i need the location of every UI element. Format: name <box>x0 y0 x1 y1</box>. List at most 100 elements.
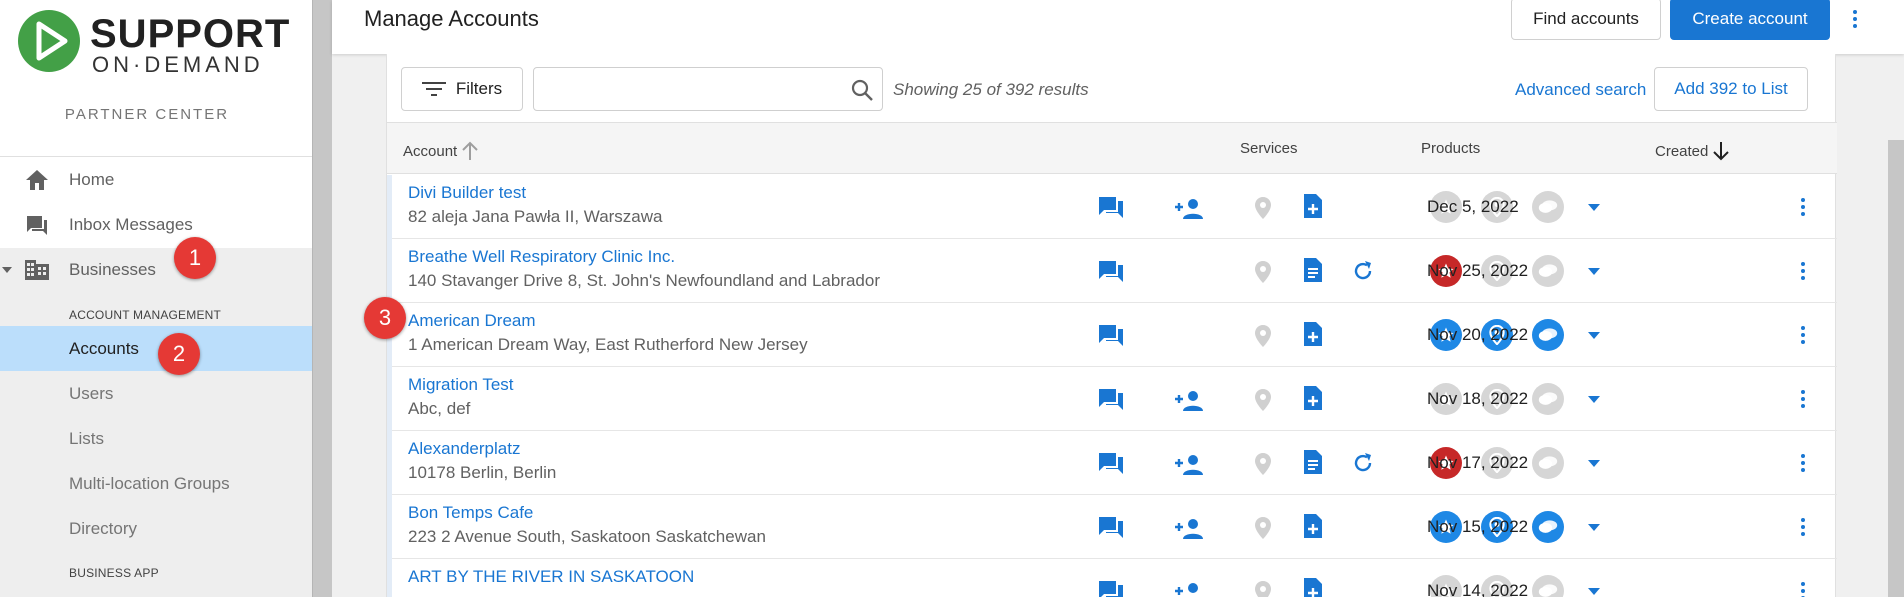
location-pin-icon[interactable] <box>1248 321 1278 351</box>
add-document-icon[interactable] <box>1298 383 1328 413</box>
add-to-list-button[interactable]: Add 392 to List <box>1654 67 1808 111</box>
expand-products-chevron-down-icon[interactable] <box>1588 460 1600 467</box>
account-name-link[interactable]: Breathe Well Respiratory Clinic Inc. <box>408 247 675 267</box>
expand-products-chevron-down-icon[interactable] <box>1588 396 1600 403</box>
row-more-options-icon[interactable] <box>1798 260 1808 282</box>
inbox-chat-icon[interactable] <box>1096 192 1126 222</box>
row-accent <box>387 431 392 495</box>
add-user-icon[interactable] <box>1174 578 1204 597</box>
row-more-options-icon[interactable] <box>1798 452 1808 474</box>
table-row[interactable]: Divi Builder test 82 aleja Jana Pawła II,… <box>387 175 1837 239</box>
row-accent <box>387 239 392 303</box>
add-document-icon[interactable] <box>1298 511 1328 541</box>
chat-product-icon[interactable] <box>1532 191 1564 223</box>
inbox-chat-icon[interactable] <box>1096 448 1126 478</box>
location-pin-icon[interactable] <box>1248 193 1278 223</box>
advanced-search-link[interactable]: Advanced search <box>1515 80 1646 100</box>
location-pin-icon[interactable] <box>1248 385 1278 415</box>
add-user-icon[interactable] <box>1174 194 1204 224</box>
expand-products-chevron-down-icon[interactable] <box>1588 332 1600 339</box>
chat-product-icon[interactable] <box>1532 447 1564 479</box>
row-more-options-icon[interactable] <box>1798 324 1808 346</box>
created-date: Nov 20, 2022 <box>1427 325 1529 344</box>
created-date: Nov 25, 2022 <box>1427 261 1529 280</box>
expand-products-chevron-down-icon[interactable] <box>1588 588 1600 595</box>
inbox-chat-icon[interactable] <box>1096 320 1126 350</box>
add-document-icon[interactable] <box>1298 191 1328 221</box>
sidebar-item-home[interactable]: Home <box>0 158 312 202</box>
search-icon[interactable] <box>850 78 874 102</box>
section-header-business-app: BUSINESS APP <box>69 566 159 580</box>
account-name-link[interactable]: Migration Test <box>408 375 514 395</box>
add-user-icon[interactable] <box>1174 386 1204 416</box>
table-row[interactable]: Alexanderplatz 10178 Berlin, Berlin Nov 17… <box>387 431 1837 495</box>
document-icon[interactable] <box>1298 447 1328 477</box>
home-icon <box>20 168 54 192</box>
inbox-chat-icon[interactable] <box>1096 512 1126 542</box>
table-row[interactable]: Bon Temps Cafe 223 2 Avenue South, Saskat… <box>387 495 1837 559</box>
add-document-icon[interactable] <box>1298 575 1328 597</box>
column-header-created[interactable]: Created <box>1655 140 1732 162</box>
search-input[interactable] <box>544 78 844 100</box>
account-name-link[interactable]: Alexanderplatz <box>408 439 520 459</box>
expand-products-chevron-down-icon[interactable] <box>1588 524 1600 531</box>
column-header-account[interactable]: Account <box>403 140 481 162</box>
search-field[interactable] <box>533 67 883 111</box>
expand-products-chevron-down-icon[interactable] <box>1588 204 1600 211</box>
account-name-link[interactable]: Bon Temps Cafe <box>408 503 533 523</box>
support-on-demand-logo[interactable]: SUPPORT ON·DEMAND <box>18 10 298 80</box>
chat-product-icon[interactable] <box>1532 575 1564 597</box>
inbox-chat-icon[interactable] <box>1096 384 1126 414</box>
location-pin-icon[interactable] <box>1248 449 1278 479</box>
row-more-options-icon[interactable] <box>1798 196 1808 218</box>
section-header-account-management: ACCOUNT MANAGEMENT <box>69 308 222 322</box>
expand-products-chevron-down-icon[interactable] <box>1588 268 1600 275</box>
sidebar-scrollbar[interactable] <box>312 0 332 597</box>
table-row[interactable]: American Dream 1 American Dream Way, East… <box>387 303 1837 367</box>
location-pin-icon[interactable] <box>1248 257 1278 287</box>
inbox-chat-icon[interactable] <box>1096 256 1126 286</box>
add-user-icon[interactable] <box>1174 514 1204 544</box>
row-more-options-icon[interactable] <box>1798 516 1808 538</box>
sidebar-item-accounts[interactable]: Accounts <box>0 326 312 371</box>
account-address: 140 Stavanger Drive 8, St. John's Newfou… <box>408 271 880 290</box>
sidebar-item-label: Businesses <box>69 260 156 279</box>
filter-list-icon <box>421 82 446 96</box>
row-more-options-icon[interactable] <box>1798 580 1808 597</box>
sidebar-item-businesses[interactable]: Businesses <box>0 248 312 292</box>
inbox-chat-icon[interactable] <box>1096 576 1126 597</box>
refresh-icon[interactable] <box>1348 448 1378 478</box>
add-user-icon[interactable] <box>1174 450 1204 480</box>
sidebar-item-directory[interactable]: Directory <box>0 506 312 551</box>
page-scrollbar[interactable] <box>1888 140 1904 597</box>
account-name-link[interactable]: ART BY THE RIVER IN SASKATOON <box>408 567 694 587</box>
table-row[interactable]: ART BY THE RIVER IN SASKATOON Nov 14, 202… <box>387 559 1837 597</box>
chat-product-icon[interactable] <box>1532 511 1564 543</box>
location-pin-icon[interactable] <box>1248 513 1278 543</box>
sidebar-item-inbox-messages[interactable]: Inbox Messages <box>0 203 312 247</box>
more-options-icon[interactable] <box>1849 8 1861 30</box>
chat-product-icon[interactable] <box>1532 319 1564 351</box>
document-icon[interactable] <box>1298 255 1328 285</box>
column-header-label: Products <box>1421 140 1481 157</box>
account-name-link[interactable]: American Dream <box>408 311 536 331</box>
row-more-options-icon[interactable] <box>1798 388 1808 410</box>
chat-product-icon[interactable] <box>1532 383 1564 415</box>
sort-ascending-arrow-icon <box>462 141 478 160</box>
create-account-button[interactable]: Create account <box>1670 0 1830 40</box>
find-accounts-button[interactable]: Find accounts <box>1511 0 1661 40</box>
add-document-icon[interactable] <box>1298 319 1328 349</box>
chat-product-icon[interactable] <box>1532 255 1564 287</box>
account-name-link[interactable]: Divi Builder test <box>408 183 526 203</box>
sidebar-item-users[interactable]: Users <box>0 371 312 416</box>
sidebar-item-lists[interactable]: Lists <box>0 416 312 461</box>
location-pin-icon[interactable] <box>1248 577 1278 597</box>
table-row[interactable]: Breathe Well Respiratory Clinic Inc. 140 … <box>387 239 1837 303</box>
sidebar-item-multi-location-groups[interactable]: Multi-location Groups <box>0 461 312 506</box>
filters-button[interactable]: Filters <box>401 67 523 111</box>
table-row[interactable]: Migration Test Abc, def Nov 18, 2022 <box>387 367 1837 431</box>
refresh-icon[interactable] <box>1348 256 1378 286</box>
column-header-label: Services <box>1240 140 1298 157</box>
created-date: Dec 5, 2022 <box>1427 197 1519 216</box>
row-accent <box>387 175 392 239</box>
